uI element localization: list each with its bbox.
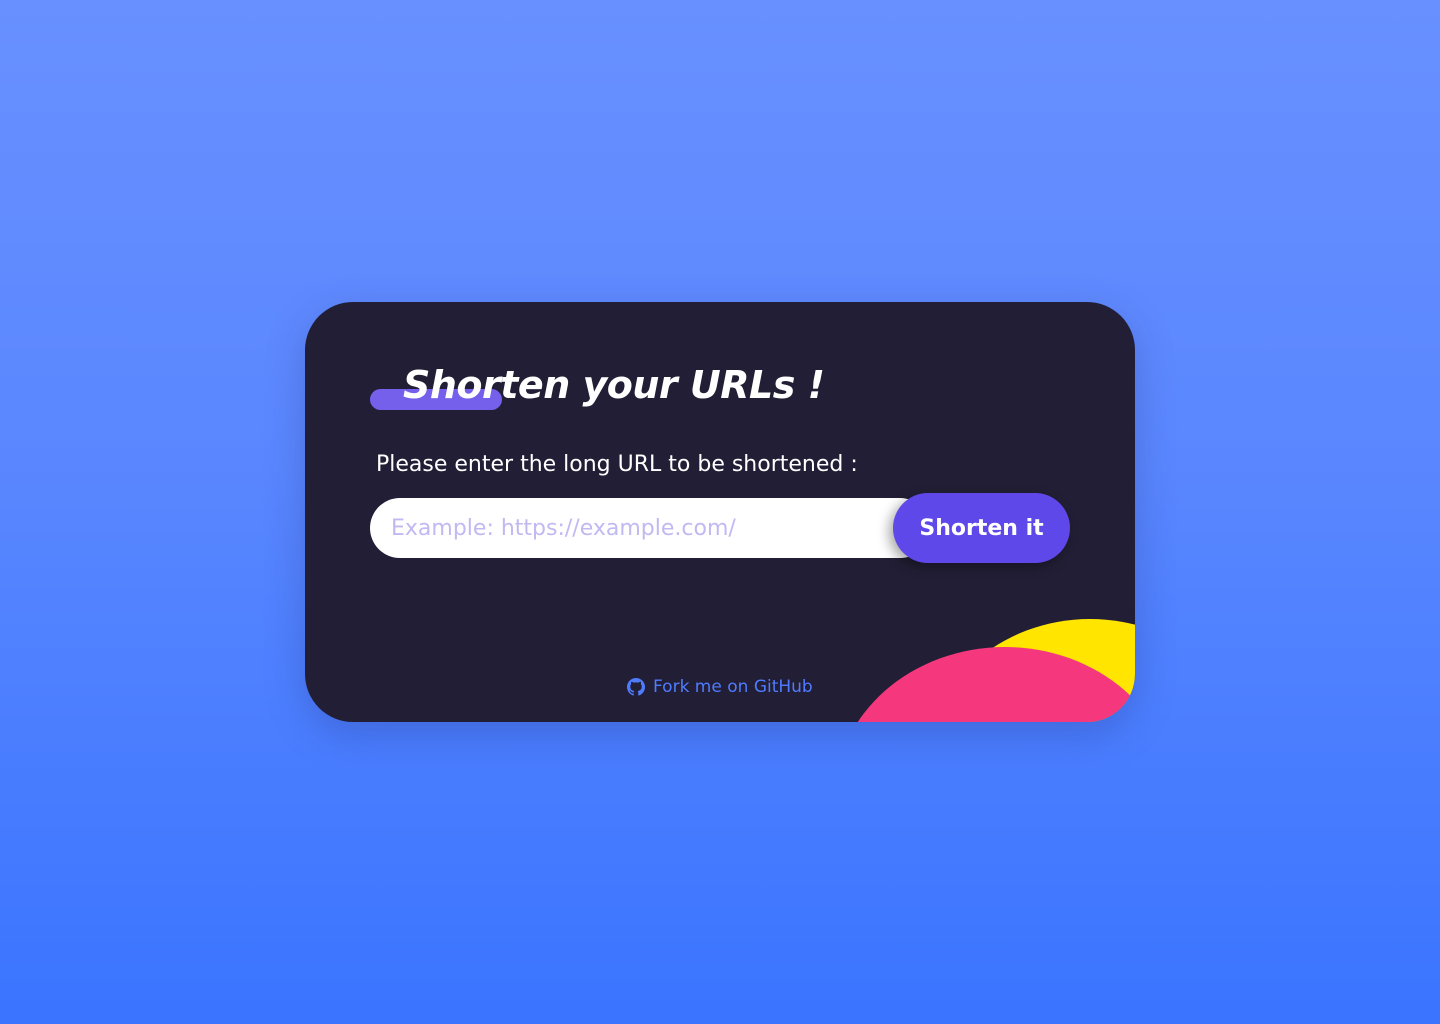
github-fork-link[interactable]: Fork me on GitHub xyxy=(627,675,813,699)
long-url-input[interactable] xyxy=(370,498,930,558)
url-prompt-label: Please enter the long URL to be shortene… xyxy=(376,452,858,477)
shorten-button[interactable]: Shorten it xyxy=(893,493,1070,563)
page-title: Shorten your URLs ! xyxy=(403,363,825,407)
github-icon xyxy=(627,678,645,696)
github-link-label: Fork me on GitHub xyxy=(653,677,813,697)
shortener-card: Shorten your URLs ! Please enter the lon… xyxy=(305,302,1135,722)
